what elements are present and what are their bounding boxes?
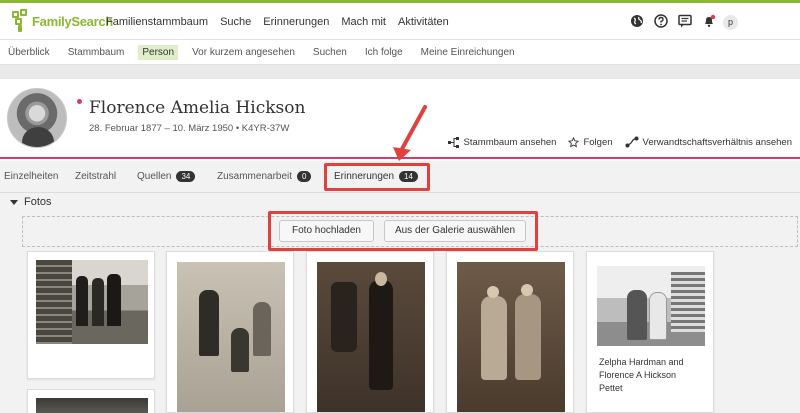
photo-thumbnail xyxy=(177,262,285,412)
nav-erinnerungen[interactable]: Erinnerungen xyxy=(263,16,329,28)
person-actions: Stammbaum ansehen Folgen Verwandtschafts… xyxy=(436,136,792,148)
photo-thumbnail xyxy=(457,262,565,412)
tree-view-icon xyxy=(447,136,459,148)
view-relationship-label: Verwandtschaftsverhältnis ansehen xyxy=(642,136,792,148)
annotation-arrow-icon xyxy=(393,105,427,161)
brand-name: FamilySearch xyxy=(32,13,113,29)
tab-label: Erinnerungen xyxy=(334,171,395,182)
count-badge: 0 xyxy=(297,171,312,182)
nav-mach-mit[interactable]: Mach mit xyxy=(341,16,386,28)
photo-card[interactable] xyxy=(446,251,574,413)
header-spacer xyxy=(0,65,800,79)
familysearch-logo[interactable]: FamilySearch xyxy=(10,9,113,33)
subnav-ueberblick[interactable]: Überblick xyxy=(4,45,54,60)
person-lifespan-id: 28. Februar 1877 – 10. März 1950 • K4YR-… xyxy=(89,123,290,134)
subnav-stammbaum[interactable]: Stammbaum xyxy=(64,45,129,60)
user-avatar[interactable]: p xyxy=(723,15,738,30)
nav-familienstammbaum[interactable]: Familienstammbaum xyxy=(106,16,208,28)
relationship-icon xyxy=(625,136,639,148)
person-tabs: Einzelheiten Zeitstrahl Quellen 34 Zusamm… xyxy=(0,161,800,193)
tab-label: Zeitstrahl xyxy=(75,171,117,182)
subnav-vor-kurzem-angesehen[interactable]: Vor kurzem angesehen xyxy=(188,45,299,60)
photo-card[interactable] xyxy=(27,389,155,413)
view-tree-label: Stammbaum ansehen xyxy=(463,136,557,148)
female-indicator-icon xyxy=(77,99,82,104)
photo-thumbnail xyxy=(36,260,148,344)
tree-logo-icon xyxy=(10,9,30,33)
globe-icon[interactable] xyxy=(630,14,644,28)
caret-down-icon xyxy=(10,199,18,205)
main-nav: Familienstammbaum Suche Erinnerungen Mac… xyxy=(106,16,461,28)
subnav-ich-folge[interactable]: Ich folge xyxy=(361,45,407,60)
tab-zusammenarbeit[interactable]: Zusammenarbeit 0 xyxy=(217,171,312,182)
tab-quellen[interactable]: Quellen 34 xyxy=(137,171,196,182)
view-relationship-button[interactable]: Verwandtschaftsverhältnis ansehen xyxy=(625,136,792,148)
photo-card[interactable] xyxy=(27,251,155,379)
subnav-meine-einreichungen[interactable]: Meine Einreichungen xyxy=(417,45,519,60)
count-badge: 34 xyxy=(176,171,196,182)
count-badge: 14 xyxy=(399,171,418,182)
photo-card[interactable] xyxy=(306,251,434,413)
top-bar: FamilySearch Familienstammbaum Suche Eri… xyxy=(0,0,800,40)
follow-button[interactable]: Folgen xyxy=(568,136,613,148)
subnav-suchen[interactable]: Suchen xyxy=(309,45,351,60)
tab-label: Einzelheiten xyxy=(4,171,59,182)
photo-thumbnail xyxy=(317,262,425,412)
photo-thumbnail xyxy=(36,398,148,413)
fotos-section-toggle[interactable]: Fotos xyxy=(10,196,52,208)
person-name: Florence Amelia Hickson xyxy=(89,98,306,118)
messages-icon[interactable] xyxy=(678,14,692,28)
photo-card[interactable]: Zelpha Hardman and Florence A Hickson Pe… xyxy=(586,251,714,413)
tab-label: Quellen xyxy=(137,171,172,182)
star-icon xyxy=(568,136,580,148)
notifications-icon[interactable] xyxy=(702,14,716,28)
help-icon[interactable] xyxy=(654,14,668,28)
subnav-person[interactable]: Person xyxy=(138,44,179,60)
sub-nav: Überblick Stammbaum Person Vor kurzem an… xyxy=(0,40,800,65)
photo-thumbnail xyxy=(597,266,705,346)
select-from-gallery-button[interactable]: Aus der Galerie auswählen xyxy=(384,220,526,242)
memories-content: Fotos Foto hochladen Aus der Galerie aus… xyxy=(0,193,800,413)
tab-zeitstrahl[interactable]: Zeitstrahl xyxy=(75,171,116,182)
tab-erinnerungen[interactable]: Erinnerungen 14 xyxy=(334,171,418,182)
nav-suche[interactable]: Suche xyxy=(220,16,251,28)
nav-aktivitaeten[interactable]: Aktivitäten xyxy=(398,16,449,28)
upload-photo-button[interactable]: Foto hochladen xyxy=(279,220,374,242)
view-tree-button[interactable]: Stammbaum ansehen xyxy=(447,136,557,148)
tab-label: Zusammenarbeit xyxy=(217,171,293,182)
person-portrait[interactable] xyxy=(7,88,67,148)
fotos-section-title: Fotos xyxy=(24,196,52,208)
photo-caption: Zelpha Hardman and Florence A Hickson Pe… xyxy=(599,357,684,393)
photo-card[interactable] xyxy=(166,251,294,413)
follow-label: Folgen xyxy=(583,136,613,148)
tab-einzelheiten[interactable]: Einzelheiten xyxy=(4,171,58,182)
